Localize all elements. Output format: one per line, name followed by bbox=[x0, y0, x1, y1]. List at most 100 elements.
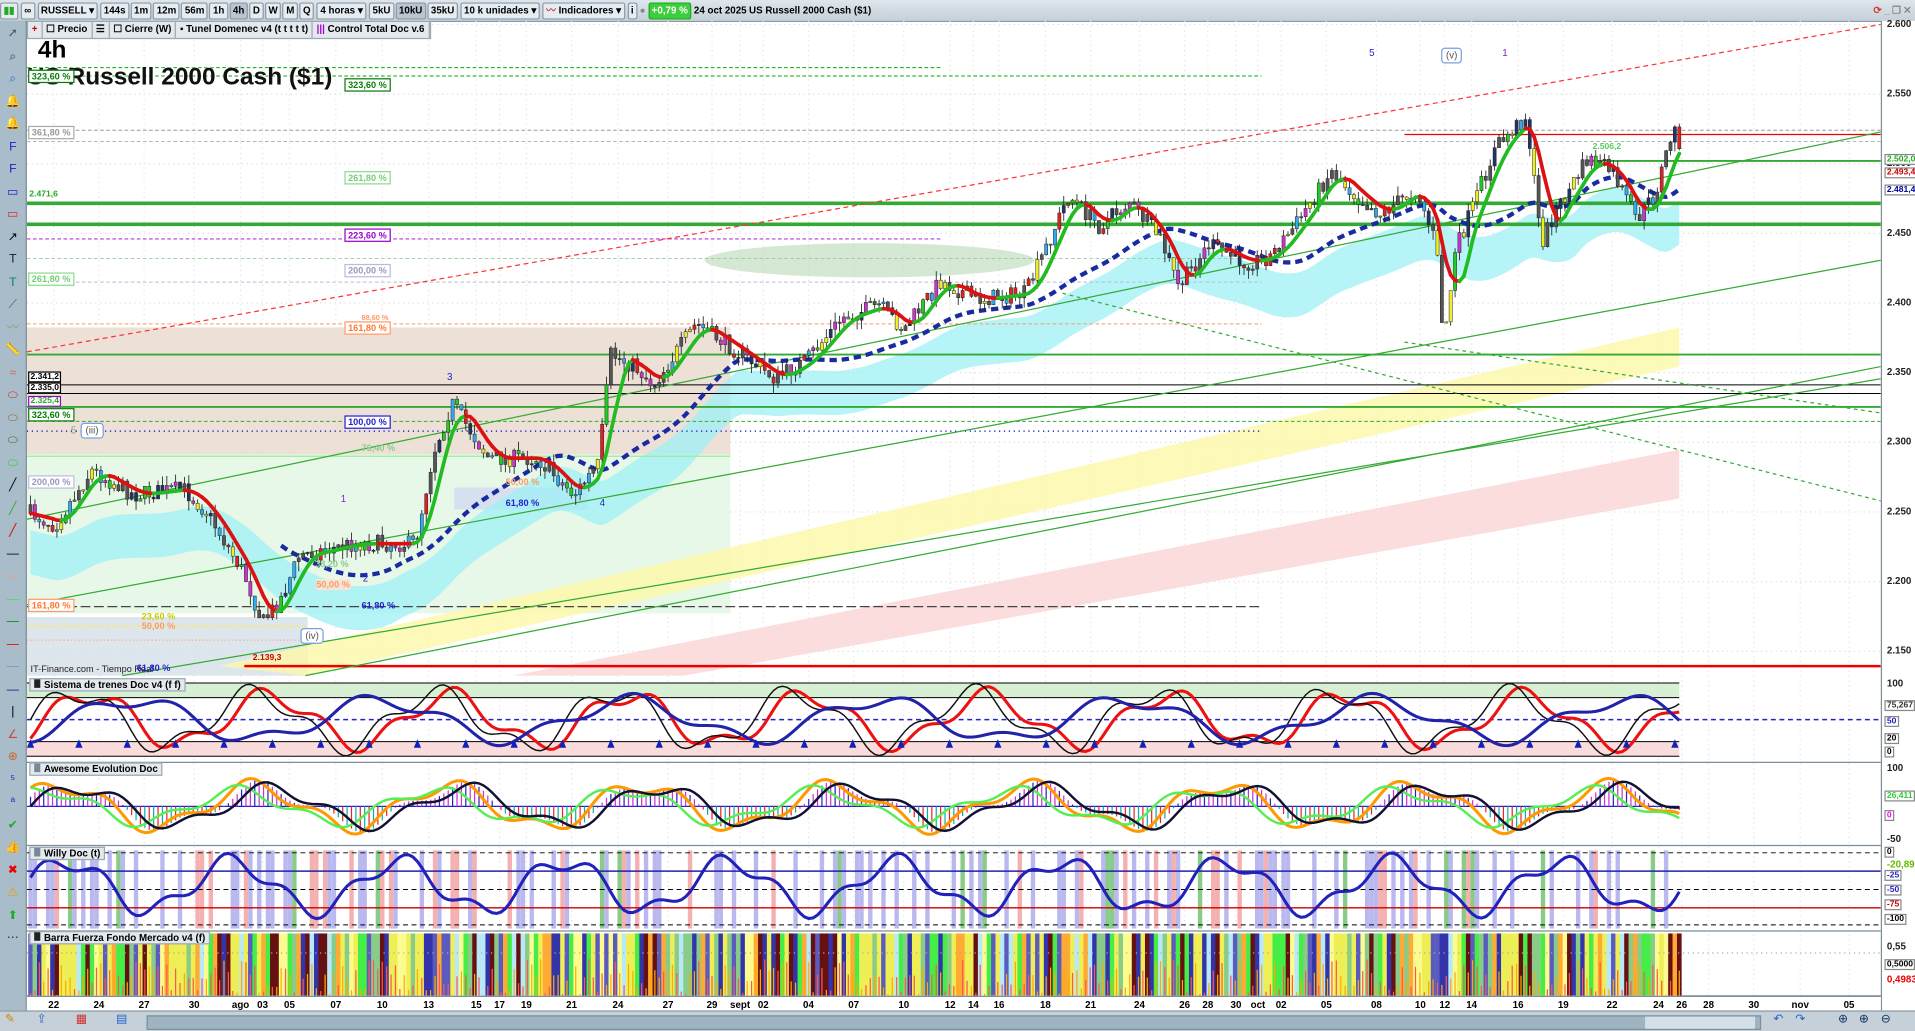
cross-icon[interactable]: ✖ bbox=[5, 862, 21, 878]
hline-lime-icon[interactable]: — bbox=[5, 591, 21, 607]
indicator-icon[interactable]: ≈ bbox=[5, 365, 21, 381]
zoom-out-icon[interactable]: ⊖ bbox=[1881, 1013, 1891, 1026]
line-red-icon[interactable]: ╱ bbox=[5, 523, 21, 539]
warning-icon[interactable]: ⚠ bbox=[5, 885, 21, 901]
candle bbox=[42, 522, 45, 525]
date-axis[interactable]: 22242730ago030507101315171921242729sept0… bbox=[27, 996, 1881, 1012]
candle bbox=[1678, 127, 1681, 149]
check-icon[interactable]: ✔ bbox=[5, 817, 21, 833]
strength-bar bbox=[1057, 933, 1062, 995]
candle bbox=[1374, 208, 1377, 217]
arrow-up-icon[interactable]: ⬆ bbox=[5, 907, 21, 923]
legend-list-icon[interactable]: ☰ bbox=[92, 22, 109, 38]
fast-moving-average bbox=[1543, 171, 1547, 189]
strength-bar bbox=[560, 933, 565, 995]
layout-icon[interactable]: ▤ bbox=[116, 1013, 128, 1026]
hline-blue-icon[interactable]: — bbox=[5, 659, 21, 675]
legend-item-tunel[interactable]: ▪ Tunel Domenec v4 (t t t t t) bbox=[176, 22, 313, 38]
share-icon[interactable]: ⇪ bbox=[37, 1013, 47, 1026]
arrow-icon[interactable]: ↗ bbox=[5, 229, 21, 245]
thumbs-up-icon[interactable]: 👍 bbox=[5, 839, 21, 855]
candle bbox=[1423, 202, 1426, 211]
hline-navy-icon[interactable]: — bbox=[5, 681, 21, 697]
candle bbox=[1216, 240, 1219, 243]
undo-icon[interactable]: ↶ bbox=[1773, 1013, 1783, 1026]
strength-bar bbox=[1294, 933, 1299, 995]
cursor-icon[interactable]: ➚ bbox=[5, 26, 21, 42]
angle-icon[interactable]: ∠ bbox=[5, 726, 21, 742]
panel-title-sistema[interactable]: Sistema de trenes Doc v4 (f f) bbox=[29, 678, 185, 691]
abc-icon[interactable]: ᵃ bbox=[5, 794, 21, 810]
ellipse-lime-icon[interactable]: ⬭ bbox=[5, 455, 21, 471]
rectangle-icon[interactable]: ▭ bbox=[5, 184, 21, 200]
ellipse-green-icon[interactable]: ⬭ bbox=[5, 433, 21, 449]
price-scale[interactable]: 2.6002.5502.5002.4502.4002.3502.3002.250… bbox=[1881, 21, 1915, 1011]
fib-icon[interactable]: F bbox=[5, 139, 21, 155]
template-icon[interactable]: ▦ bbox=[76, 1013, 88, 1026]
hline-red-icon[interactable]: — bbox=[5, 636, 21, 652]
zoom-in-icon[interactable]: ⊕ bbox=[1859, 1013, 1869, 1026]
candle bbox=[543, 468, 546, 472]
panel-title-willy[interactable]: Willy Doc (t) bbox=[29, 847, 105, 860]
candle bbox=[1102, 229, 1105, 234]
candle bbox=[1194, 267, 1197, 271]
pencil-icon[interactable]: ✎ bbox=[5, 1013, 15, 1026]
ellipse-brown-icon[interactable]: ⬭ bbox=[5, 410, 21, 426]
candle bbox=[878, 304, 881, 305]
strength-bar bbox=[1039, 933, 1044, 995]
ellipse-red-icon[interactable]: ⬭ bbox=[5, 387, 21, 403]
ruler-icon[interactable]: 📏 bbox=[5, 342, 21, 358]
candle bbox=[1330, 170, 1333, 178]
text-circle-icon[interactable]: T bbox=[5, 274, 21, 290]
zoom-fit-icon[interactable]: ⊕ bbox=[1838, 1013, 1848, 1026]
candle bbox=[803, 355, 806, 360]
candle bbox=[398, 548, 401, 551]
hline-black-icon[interactable]: — bbox=[5, 546, 21, 562]
filled-rect-icon[interactable]: ▭ bbox=[5, 206, 21, 222]
panel-title-barra[interactable]: Barra Fuerza Fondo Mercado v4 (f) bbox=[29, 931, 210, 944]
scrollbar-thumb[interactable] bbox=[1645, 1017, 1755, 1029]
panel-tick: 100 bbox=[1887, 678, 1903, 689]
date-tick: 17 bbox=[494, 999, 505, 1010]
legend-add-icon[interactable]: + bbox=[28, 22, 42, 38]
wave-count-icon[interactable]: ⁵ bbox=[5, 772, 21, 788]
legend-item-close[interactable]: ☐ Cierre (W) bbox=[110, 22, 177, 38]
circle-plus-icon[interactable]: ⊕ bbox=[5, 749, 21, 765]
date-tick: 07 bbox=[330, 999, 341, 1010]
zoom-area-icon[interactable]: ⌕ bbox=[5, 71, 21, 87]
date-tick: 30 bbox=[1748, 999, 1759, 1010]
alert-line-icon[interactable]: 🔔 bbox=[5, 116, 21, 132]
candle bbox=[385, 547, 388, 551]
strength-bar bbox=[886, 933, 891, 995]
redo-icon[interactable]: ↷ bbox=[1795, 1013, 1805, 1026]
line-green-icon[interactable]: ╱ bbox=[5, 500, 21, 516]
strength-bar bbox=[569, 933, 574, 995]
fib-line-icon[interactable]: F bbox=[5, 161, 21, 177]
candle bbox=[1168, 253, 1171, 258]
alert-icon[interactable]: 🔔 bbox=[5, 93, 21, 109]
candle bbox=[170, 485, 173, 486]
legend-item-price[interactable]: ☐ Precio bbox=[42, 22, 92, 38]
text-icon[interactable]: T bbox=[5, 252, 21, 268]
strength-bar bbox=[1593, 933, 1598, 995]
hline-orange-icon[interactable]: — bbox=[5, 568, 21, 584]
zoom-icon[interactable]: ⌕ bbox=[5, 48, 21, 64]
date-tick: 13 bbox=[423, 999, 434, 1010]
candle bbox=[1115, 209, 1118, 215]
wave-label: 5 bbox=[1369, 48, 1374, 59]
candle bbox=[1357, 199, 1360, 205]
legend-item-control[interactable]: ||| Control Total Doc v.6 bbox=[313, 22, 429, 38]
bottom-toolbar: ✎ ⇪ ▦ ▤ ↶ ↷ ⊕ ⊕ ⊖ bbox=[0, 1010, 1915, 1031]
hline-green-icon[interactable]: — bbox=[5, 613, 21, 629]
trend-icon[interactable]: 〰 bbox=[5, 320, 21, 336]
candle bbox=[258, 610, 261, 618]
candle bbox=[1638, 215, 1641, 221]
fast-moving-average bbox=[1670, 163, 1674, 175]
price-chart-canvas[interactable] bbox=[0, 0, 1915, 1030]
more-icon[interactable]: ⋯ bbox=[5, 930, 21, 946]
line-black-icon[interactable]: ╱ bbox=[5, 478, 21, 494]
vline-icon[interactable]: | bbox=[5, 704, 21, 720]
channel-icon[interactable]: ⟋ bbox=[5, 297, 21, 313]
panel-title-awesome[interactable]: Awesome Evolution Doc bbox=[29, 762, 162, 775]
horizontal-scrollbar[interactable] bbox=[147, 1015, 1762, 1030]
